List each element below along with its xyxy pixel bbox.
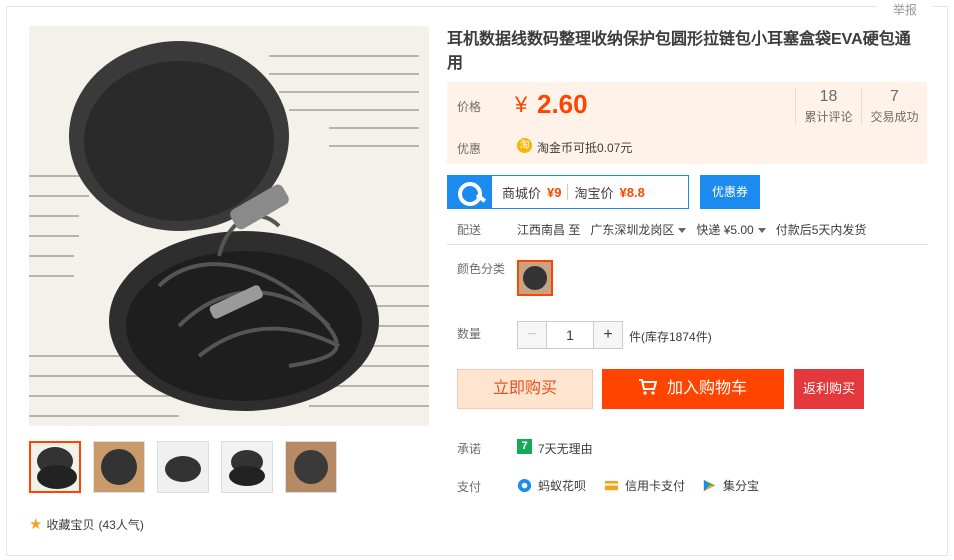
- payment-method-credit-card[interactable]: 信用卡支付: [604, 477, 685, 494]
- coin-discount-text: 淘金币可抵0.07元: [537, 141, 633, 155]
- ship-time: 付款后5天内发货: [775, 223, 867, 237]
- stat-number: 18: [819, 88, 838, 105]
- ship-to-value: 广东深圳龙岗区: [590, 223, 675, 237]
- stat-number: 7: [890, 88, 899, 105]
- color-label: 颜色分类: [457, 262, 506, 276]
- chevron-down-icon: [678, 228, 687, 234]
- shipping-row: 江西南昌 至 广东深圳龙岗区 快递 ¥5.00 付款后5天内发货: [517, 221, 866, 238]
- price-value: 2.60: [537, 89, 588, 119]
- search-q-logo-icon: [448, 176, 492, 208]
- review-count-stat[interactable]: 18 累计评论: [795, 88, 861, 125]
- quantity-input[interactable]: 1: [546, 322, 594, 348]
- ship-method-select[interactable]: 快递 ¥5.00: [696, 221, 766, 238]
- color-option-swatch[interactable]: [517, 260, 553, 296]
- favorite-count: (43人气): [98, 517, 144, 532]
- promise-text[interactable]: 7天无理由: [538, 440, 593, 457]
- price-label: 价格: [457, 100, 482, 114]
- jifenbao-icon: [703, 479, 716, 492]
- stat-label: 累计评论: [804, 110, 853, 124]
- ship-from: 江西南昌 至: [517, 223, 581, 237]
- product-title: 耳机数据线数码整理收纳保护包圆形拉链包小耳塞盒袋EVA硬包通用: [447, 31, 911, 72]
- thumbnail-strip: [29, 441, 337, 493]
- star-icon: ★: [29, 516, 43, 533]
- divider: [447, 244, 927, 245]
- stat-label: 交易成功: [870, 110, 919, 124]
- add-cart-label: 加入购物车: [666, 380, 747, 397]
- favorite-button[interactable]: ★ 收藏宝贝 (43人气): [29, 515, 144, 533]
- price-symbol: ¥: [515, 92, 528, 117]
- discount-label: 优惠: [457, 142, 482, 156]
- rebate-buy-button[interactable]: 返利购买: [794, 369, 864, 409]
- chevron-down-icon: [757, 228, 766, 234]
- thumbnail-3[interactable]: [157, 441, 209, 493]
- huabei-icon: [517, 478, 532, 493]
- payment-method-label: 信用卡支付: [625, 479, 686, 493]
- mall-price: ¥9: [547, 184, 562, 200]
- thumbnail-1[interactable]: [29, 441, 81, 493]
- quantity-label: 数量: [457, 327, 482, 341]
- payment-method-label: 蚂蚁花呗: [538, 479, 587, 493]
- thumbnail-2[interactable]: [93, 441, 145, 493]
- buy-now-button[interactable]: 立即购买: [457, 369, 593, 409]
- price-stats: 18 累计评论 7 交易成功: [795, 88, 927, 125]
- quantity-stepper: − 1 +: [517, 321, 623, 349]
- stock-text: 件(库存1874件): [629, 330, 712, 344]
- payment-method-huabei[interactable]: 蚂蚁花呗: [517, 477, 586, 494]
- ship-to-select[interactable]: 广东深圳龙岗区: [590, 221, 687, 238]
- seven-day-return-icon: 7: [517, 439, 532, 454]
- promise-label: 承诺: [457, 442, 482, 456]
- taobao-coin-icon: 淘: [517, 138, 532, 153]
- taobao-price-label: 淘宝价: [574, 185, 614, 201]
- main-product-image[interactable]: [29, 26, 429, 426]
- favorite-label: 收藏宝贝: [46, 517, 95, 532]
- payment-label: 支付: [457, 480, 482, 494]
- payment-method-label: 集分宝: [723, 479, 760, 493]
- report-link[interactable]: 举报: [877, 1, 933, 19]
- price-box: 价格 ¥ 2.60 18 累计评论 7 交易成功 优惠 淘 淘金币可抵0.07元: [447, 82, 927, 164]
- sales-count-stat[interactable]: 7 交易成功: [861, 88, 927, 125]
- ship-method-value: 快递 ¥5.00: [696, 223, 754, 237]
- coupon-button[interactable]: 优惠券: [700, 175, 760, 209]
- mall-price-label: 商城价: [502, 185, 542, 201]
- increment-button[interactable]: +: [594, 322, 622, 348]
- cart-icon: [638, 379, 658, 395]
- taobao-price: ¥8.8: [619, 184, 645, 200]
- thumbnail-5[interactable]: [285, 441, 337, 493]
- price-compare-banner: 商城价 ¥9 淘宝价 ¥8.8: [447, 175, 689, 209]
- shipping-label: 配送: [457, 223, 482, 237]
- credit-card-icon: [604, 480, 619, 491]
- thumbnail-4[interactable]: [221, 441, 273, 493]
- add-to-cart-button[interactable]: 加入购物车: [602, 369, 784, 409]
- payment-method-jifenbao[interactable]: 集分宝: [702, 477, 759, 494]
- decrement-button[interactable]: −: [518, 322, 546, 348]
